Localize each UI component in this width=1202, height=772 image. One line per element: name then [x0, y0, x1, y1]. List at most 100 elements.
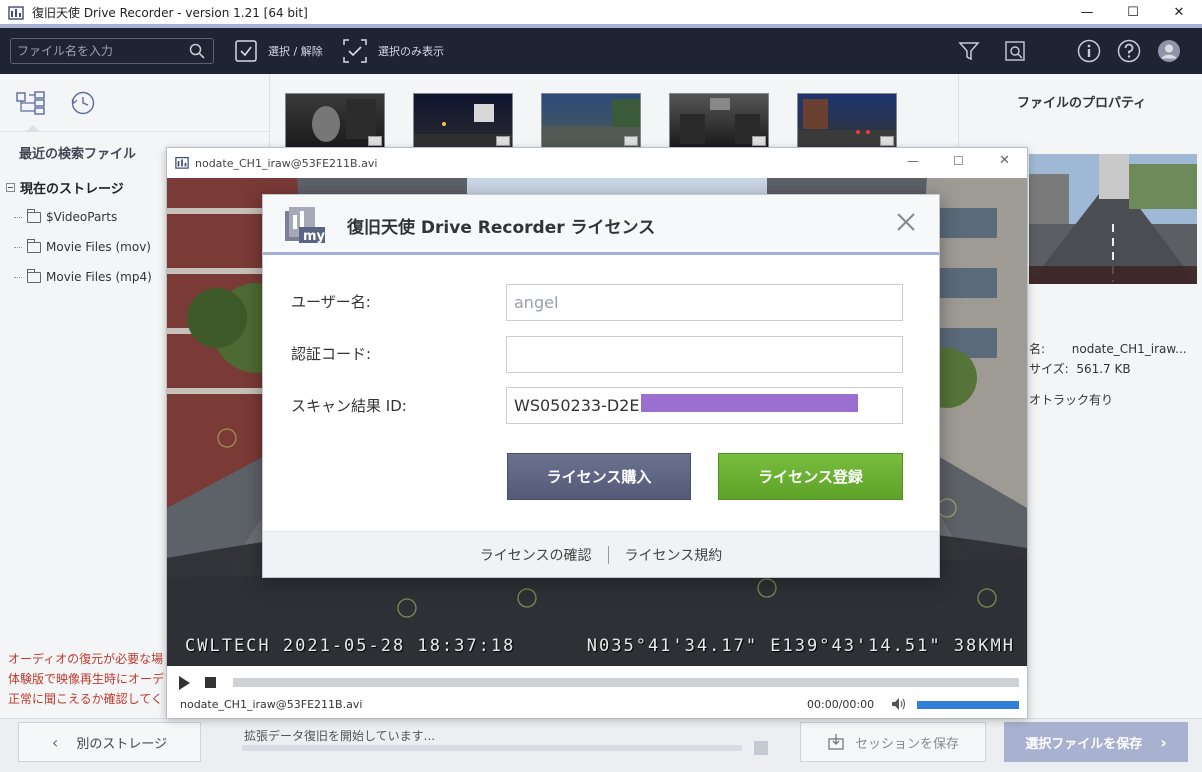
thumbnail-strip [270, 74, 958, 154]
prop-name: 名: nodate_CH1_iraw... [1029, 342, 1187, 356]
sidebar-tabs [0, 74, 269, 132]
playback-time: 00:00/00:00 [807, 698, 875, 711]
tree-item-label: Movie Files (mp4) [46, 270, 152, 284]
search-icon[interactable] [189, 43, 205, 59]
collapse-icon[interactable] [6, 183, 15, 192]
properties-title: ファイルのプロパティ [1017, 96, 1147, 111]
chevron-right-icon: › [1160, 732, 1167, 752]
stop-icon[interactable] [205, 677, 216, 688]
close-icon[interactable] [895, 211, 917, 233]
license-dialog: my 復旧天使 Drive Recorder ライセンス ユーザー名: 認証コー… [262, 194, 940, 578]
dialog-footer: ライセンスの確認 ライセンス規約 [263, 531, 939, 577]
info-icon[interactable] [1076, 38, 1102, 64]
playing-file-label: nodate_CH1_iraw@53FE211B.avi [180, 698, 363, 711]
help-icon[interactable] [1116, 38, 1142, 64]
thumbnail-select[interactable] [496, 136, 510, 146]
folder-icon [27, 268, 41, 283]
bottom-bar: ‹ 別のストレージ 拡張データ復旧を開始しています... セッションを保存 選択… [0, 718, 1202, 772]
license-terms-link[interactable]: ライセンス規約 [625, 545, 723, 565]
current-storage-node[interactable]: 現在のストレージ [6, 178, 124, 197]
show-selected-button[interactable]: 選択のみ表示 [342, 38, 444, 64]
player-maximize-button[interactable]: ☐ [953, 154, 964, 168]
stop-recovery-button[interactable] [754, 741, 768, 755]
folder-icon [27, 208, 41, 223]
scan-id-label: スキャン結果 ID: [291, 397, 407, 415]
video-thumbnail[interactable] [797, 93, 897, 149]
video-thumbnail[interactable] [413, 93, 513, 149]
user-avatar-icon[interactable] [1156, 38, 1182, 64]
thumbnail-select[interactable] [624, 136, 638, 146]
warning-line-2: 体験版で映像再生時にオーデ [8, 672, 165, 686]
search-box [10, 38, 214, 64]
volume-icon[interactable] [891, 697, 907, 711]
register-license-button[interactable]: ライセンス登録 [718, 453, 903, 500]
player-controls: nodate_CH1_iraw@53FE211B.avi 00:00/00:00 [167, 666, 1027, 718]
save-session-label: セッションを保存 [854, 736, 959, 752]
player-titlebar: nodate_CH1_iraw@53FE211B.avi — ☐ ✕ [167, 148, 1027, 178]
tree-item-label: Movie Files (mov) [46, 240, 151, 254]
auth-code-label: 認証コード: [291, 345, 372, 363]
window-title: 復旧天使 Drive Recorder - version 1.21 [64 b… [32, 5, 308, 20]
thumbnail-select[interactable] [368, 136, 382, 146]
tree-item-label: $VideoParts [46, 210, 118, 224]
username-field[interactable] [506, 284, 903, 321]
player-close-button[interactable]: ✕ [999, 153, 1010, 168]
prop-size: サイズ: 561.7 KB [1029, 362, 1131, 376]
close-button[interactable]: ✕ [1156, 0, 1202, 24]
buy-license-button[interactable]: ライセンス購入 [507, 453, 691, 500]
search-input[interactable] [17, 42, 185, 60]
selected-only-icon [343, 39, 367, 63]
auth-code-field[interactable] [506, 336, 903, 373]
other-storage-label: 別のストレージ [76, 736, 168, 752]
redaction-block [641, 394, 858, 412]
select-toggle-button[interactable]: 選択 / 解除 [234, 38, 323, 64]
osd-gps-speed: N035°41'34.17" E139°43'14.51" 38KMH [586, 636, 1015, 656]
prop-size-value: 561.7 KB [1076, 362, 1131, 376]
maximize-button[interactable]: ☐ [1110, 0, 1156, 24]
folder-icon [27, 238, 41, 253]
warning-line-3: 正常に聞こえるか確認してく [8, 692, 163, 706]
save-selected-label: 選択ファイルを保存 [1025, 736, 1143, 752]
warning-line-1: オーディオの復元が必要な場 [8, 652, 164, 666]
product-logo-icon: my [283, 205, 327, 245]
thumbnail-select[interactable] [880, 136, 894, 146]
video-thumbnail[interactable] [285, 93, 385, 149]
dialog-title: 復旧天使 Drive Recorder ライセンス [347, 218, 656, 238]
active-tab-indicator [26, 125, 40, 132]
other-storage-button[interactable]: ‹ 別のストレージ [18, 722, 201, 762]
properties-preview-image [1029, 154, 1197, 284]
username-label: ユーザー名: [291, 293, 371, 311]
show-selected-label: 選択のみ表示 [378, 45, 444, 58]
main-toolbar: 選択 / 解除 選択のみ表示 [0, 28, 1202, 74]
play-icon[interactable] [179, 676, 190, 690]
dialog-header: my 復旧天使 Drive Recorder ライセンス [263, 195, 939, 255]
save-selected-files-button[interactable]: 選択ファイルを保存 › [1004, 722, 1188, 762]
prop-name-value: nodate_CH1_iraw... [1071, 342, 1187, 356]
thumbnail-select[interactable] [752, 136, 766, 146]
preview-search-icon[interactable] [1002, 38, 1028, 64]
history-icon[interactable] [66, 88, 100, 118]
license-check-link[interactable]: ライセンスの確認 [480, 545, 592, 565]
tree-view-icon[interactable] [14, 88, 48, 118]
chevron-left-icon: ‹ [51, 732, 59, 752]
save-session-button[interactable]: セッションを保存 [800, 722, 986, 762]
tree-item-videoparts[interactable]: $VideoParts [14, 208, 118, 224]
minimize-button[interactable]: — [1064, 0, 1110, 24]
footer-divider [607, 545, 609, 564]
video-thumbnail[interactable] [541, 93, 641, 149]
filter-icon[interactable] [956, 38, 982, 64]
tree-item-movie-mov[interactable]: Movie Files (mov) [14, 238, 151, 254]
volume-slider[interactable] [917, 701, 1019, 709]
video-osd: CWLTECH 2021-05-28 18:37:18 N035°41'34.1… [185, 636, 1015, 656]
svg-text:my: my [303, 229, 326, 244]
player-minimize-button[interactable]: — [907, 154, 919, 168]
checkbox-icon [235, 40, 257, 62]
video-thumbnail[interactable] [669, 93, 769, 149]
current-storage-label: 現在のストレージ [20, 182, 124, 197]
progress-text: 拡張データ復旧を開始しています... [244, 729, 436, 743]
select-toggle-label: 選択 / 解除 [268, 45, 323, 58]
osd-timestamp: CWLTECH 2021-05-28 18:37:18 [185, 636, 516, 656]
tree-item-movie-mp4[interactable]: Movie Files (mp4) [14, 268, 152, 284]
seek-bar[interactable] [233, 678, 1019, 687]
prop-audio-track: オトラック有り [1029, 393, 1114, 407]
